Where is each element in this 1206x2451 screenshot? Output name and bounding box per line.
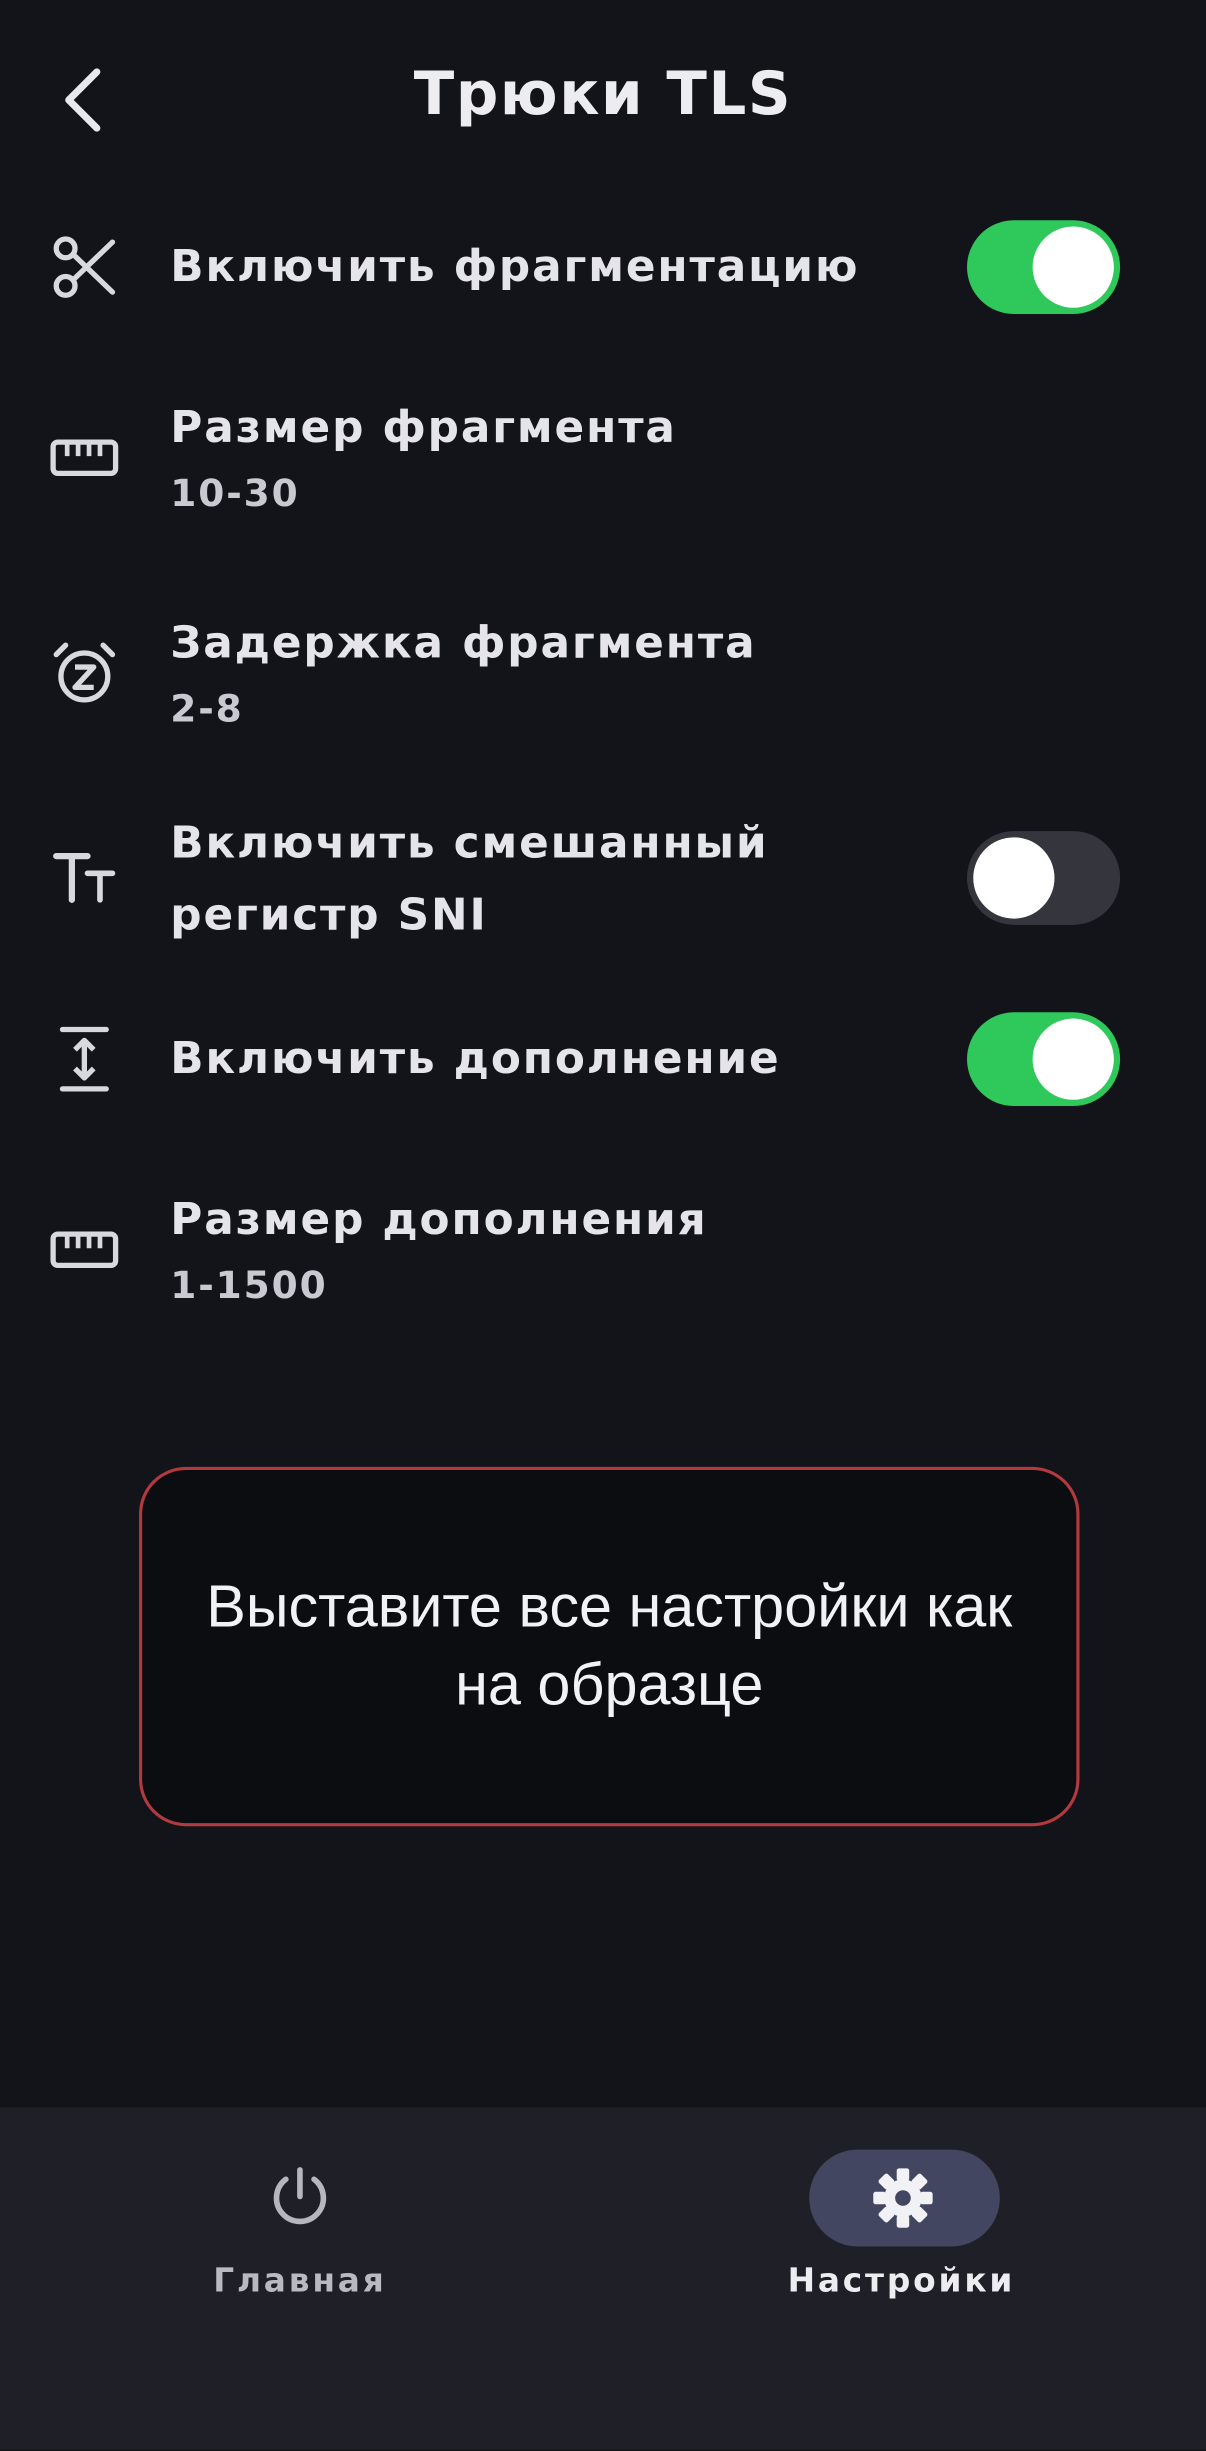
ruler-icon <box>44 1209 125 1290</box>
vertical-expand-icon <box>44 1019 125 1100</box>
setting-label: Размер фрагмента <box>170 401 677 454</box>
notice-box: Выставите все настройки как на образце <box>139 1466 1080 1827</box>
setting-row-padding-size[interactable]: Размер дополнения 1-1500 <box>0 1190 1206 1315</box>
setting-label: Включить фрагментацию <box>170 240 860 293</box>
scissors-icon <box>44 227 125 308</box>
gear-icon <box>872 2167 934 2229</box>
setting-value: 1-1500 <box>170 1263 328 1308</box>
setting-value: 10-30 <box>170 471 300 516</box>
mixed-case-sni-toggle[interactable] <box>967 831 1121 925</box>
padding-toggle[interactable] <box>967 1012 1121 1107</box>
setting-row-padding[interactable]: Включить дополнение <box>0 1011 1206 1108</box>
nav-label: Настройки <box>787 2262 1016 2300</box>
power-icon <box>269 2165 331 2231</box>
setting-row-fragmentation[interactable]: Включить фрагментацию <box>0 219 1206 316</box>
fragmentation-toggle[interactable] <box>967 220 1121 315</box>
toggle-knob <box>1032 226 1114 308</box>
setting-label: Размер дополнения <box>170 1193 708 1246</box>
text-case-icon <box>44 837 125 918</box>
toggle-knob <box>1032 1018 1114 1100</box>
page-title: Трюки TLS <box>413 59 793 129</box>
screen: { "header": { "title": "Трюки TLS", "bac… <box>0 0 1206 2450</box>
setting-label: Включить дополнение <box>170 1032 781 1085</box>
nav-item-home[interactable]: Главная <box>144 2150 456 2322</box>
toggle-knob <box>973 837 1055 919</box>
nav-item-settings[interactable]: Настройки <box>745 2149 1057 2322</box>
notice-text: Выставите все настройки как на образце <box>206 1574 1013 1719</box>
nav-label: Главная <box>213 2262 387 2300</box>
setting-row-mixed-case-sni[interactable]: Включить смешанный регистр SNI <box>0 808 1206 952</box>
snooze-alarm-icon <box>44 633 125 714</box>
setting-label: Включить смешанный регистр SNI <box>170 817 769 941</box>
setting-label: Задержка фрагмента <box>170 617 757 669</box>
setting-row-fragment-delay[interactable]: Задержка фрагмента 2-8 <box>0 614 1206 739</box>
setting-value: 2-8 <box>170 687 244 732</box>
header: Трюки TLS <box>0 0 1206 203</box>
ruler-icon <box>44 417 125 498</box>
setting-row-fragment-size[interactable]: Размер фрагмента 10-30 <box>0 398 1206 523</box>
